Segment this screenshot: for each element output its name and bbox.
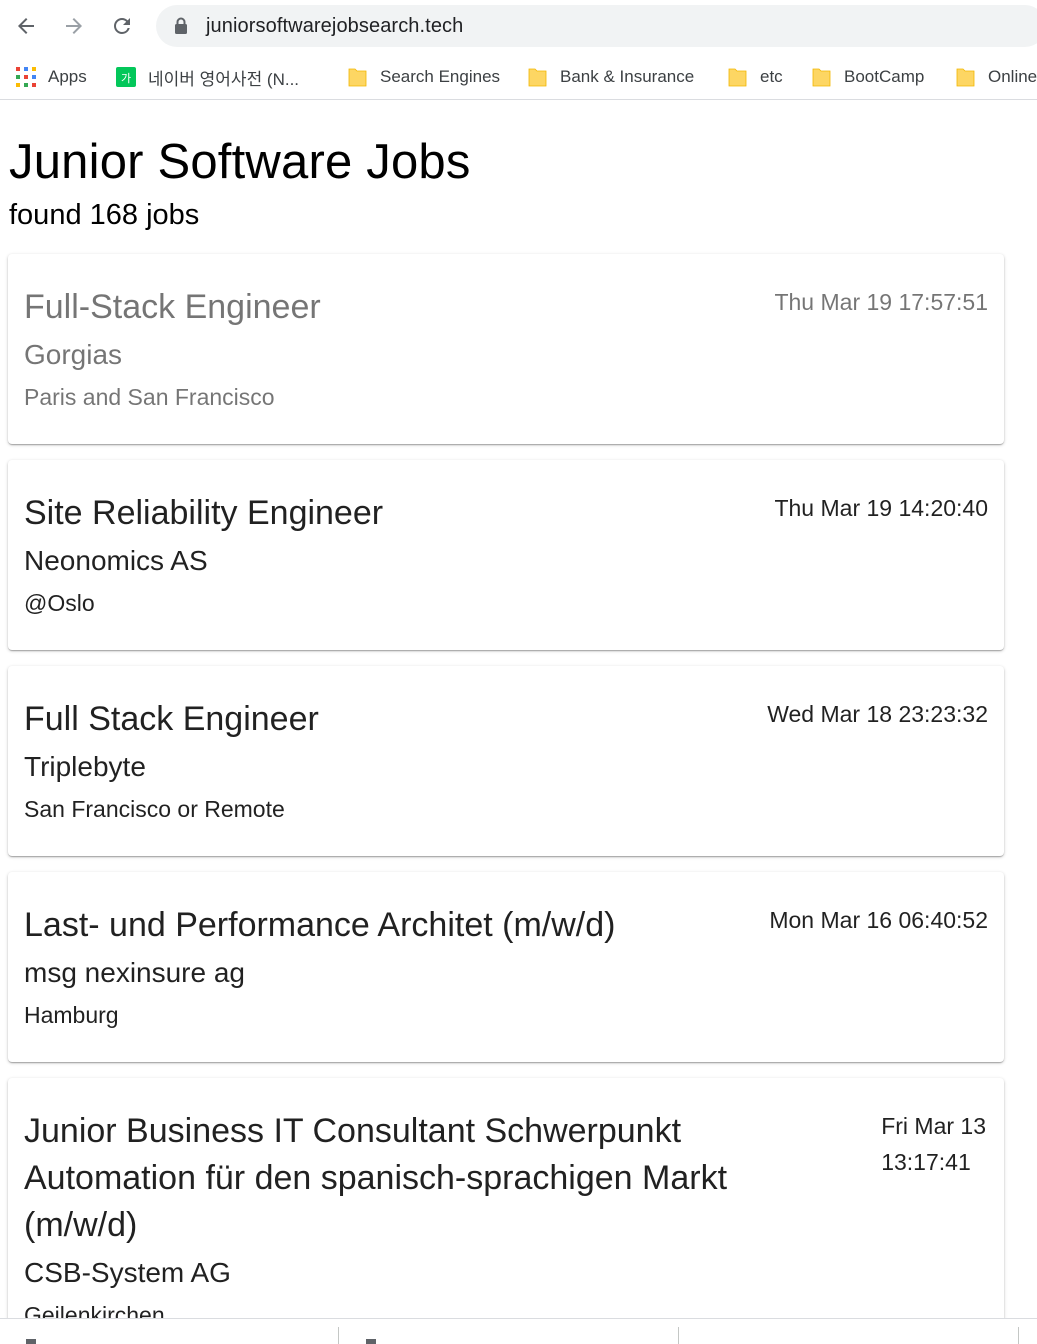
shelf-item-icon [26, 1339, 36, 1344]
bookmark-label: Apps [48, 67, 87, 86]
job-card[interactable]: Site Reliability Engineer Neonomics AS @… [8, 460, 1004, 650]
bookmark-label: BootCamp [844, 67, 925, 86]
job-title-line: Junior Business IT Consultant Schwerpunk… [24, 1112, 682, 1150]
job-card[interactable]: Full Stack Engineer Triplebyte San Franc… [8, 666, 1004, 856]
reload-icon [114, 18, 130, 34]
job-location: Hamburg [24, 1002, 119, 1028]
url-text: juniorsoftwarejobsearch.tech [206, 15, 464, 37]
folder-icon [728, 66, 748, 88]
job-company: Triplebyte [24, 751, 146, 782]
reload-button[interactable] [104, 8, 140, 44]
bookmark-label: Bank & Insurance [560, 67, 695, 86]
folder-icon [528, 66, 548, 88]
bookmark-label: 네이버 영어사전 (N... [148, 69, 300, 89]
job-title: Full-Stack Engineer [24, 288, 321, 326]
bookmarks-bar: Apps 가 네이버 영어사전 (N... Search Engines Ban… [0, 54, 1037, 100]
browser-toolbar: juniorsoftwarejobsearch.tech [0, 0, 1037, 54]
job-location: @Oslo [24, 590, 95, 616]
shelf-item-icon [366, 1339, 376, 1344]
bookmark-naver-dictionary[interactable]: 가 네이버 영어사전 (N... [116, 62, 299, 92]
bookmark-label: Online [988, 67, 1037, 86]
bookmark-folder-etc[interactable]: etc [728, 62, 783, 92]
folder-icon [812, 66, 832, 88]
arrow-right-icon [66, 18, 82, 34]
forward-button[interactable] [56, 8, 92, 44]
job-title: Junior Business IT Consultant Schwerpunk… [24, 1108, 727, 1249]
job-date: Mon Mar 16 06:40:52 [769, 907, 988, 933]
folder-icon [348, 66, 368, 88]
job-title: Site Reliability Engineer [24, 494, 384, 532]
bookmark-folder-online[interactable]: Online [956, 62, 1037, 92]
bookmark-label: Search Engines [380, 67, 501, 86]
back-button[interactable] [8, 8, 44, 44]
shelf-divider [338, 1327, 339, 1344]
shelf-divider [678, 1327, 679, 1344]
svg-text:가: 가 [121, 72, 131, 85]
job-company: Gorgias [24, 339, 123, 370]
lock-icon [174, 17, 188, 40]
bookmark-folder-bank-insurance[interactable]: Bank & Insurance [528, 62, 694, 92]
bottom-shelf [0, 1318, 1037, 1344]
address-bar[interactable]: juniorsoftwarejobsearch.tech [156, 5, 1037, 47]
bookmark-folder-bootcamp[interactable]: BootCamp [812, 62, 924, 92]
job-card[interactable]: Junior Business IT Consultant Schwerpunk… [8, 1078, 1004, 1338]
shelf-divider [1018, 1327, 1019, 1344]
arrow-left-icon [18, 18, 34, 34]
job-title-line: Automation für den spanisch-sprachigen M… [24, 1159, 728, 1197]
folder-icon [956, 66, 976, 88]
job-date: Thu Mar 19 17:57:51 [774, 289, 988, 315]
page-title: Junior Software Jobs [9, 135, 471, 189]
bookmark-label: etc [760, 67, 783, 86]
apps-grid-icon [16, 67, 36, 87]
naver-dictionary-icon: 가 [116, 67, 136, 87]
job-date: Fri Mar 13 13:17:41 [881, 1108, 986, 1180]
bookmark-apps[interactable]: Apps [16, 62, 87, 92]
bookmark-folder-search-engines[interactable]: Search Engines [348, 62, 500, 92]
job-title: Last- und Performance Architet (m/w/d) [24, 906, 616, 944]
job-location: San Francisco or Remote [24, 796, 285, 822]
job-location: Paris and San Francisco [24, 384, 275, 410]
job-company: msg nexinsure ag [24, 957, 246, 988]
job-date-line: 13:17:41 [881, 1149, 971, 1175]
job-date: Wed Mar 18 23:23:32 [767, 701, 988, 727]
job-company: CSB-System AG [24, 1257, 231, 1288]
job-company: Neonomics AS [24, 545, 208, 576]
job-count: found 168 jobs [9, 199, 200, 231]
job-card[interactable]: Last- und Performance Architet (m/w/d) m… [8, 872, 1004, 1062]
job-date-line: Fri Mar 13 [881, 1113, 986, 1139]
job-title: Full Stack Engineer [24, 700, 319, 738]
job-card[interactable]: Full-Stack Engineer Gorgias Paris and Sa… [8, 254, 1004, 444]
job-date: Thu Mar 19 14:20:40 [774, 495, 988, 521]
job-title-line: (m/w/d) [24, 1206, 138, 1244]
